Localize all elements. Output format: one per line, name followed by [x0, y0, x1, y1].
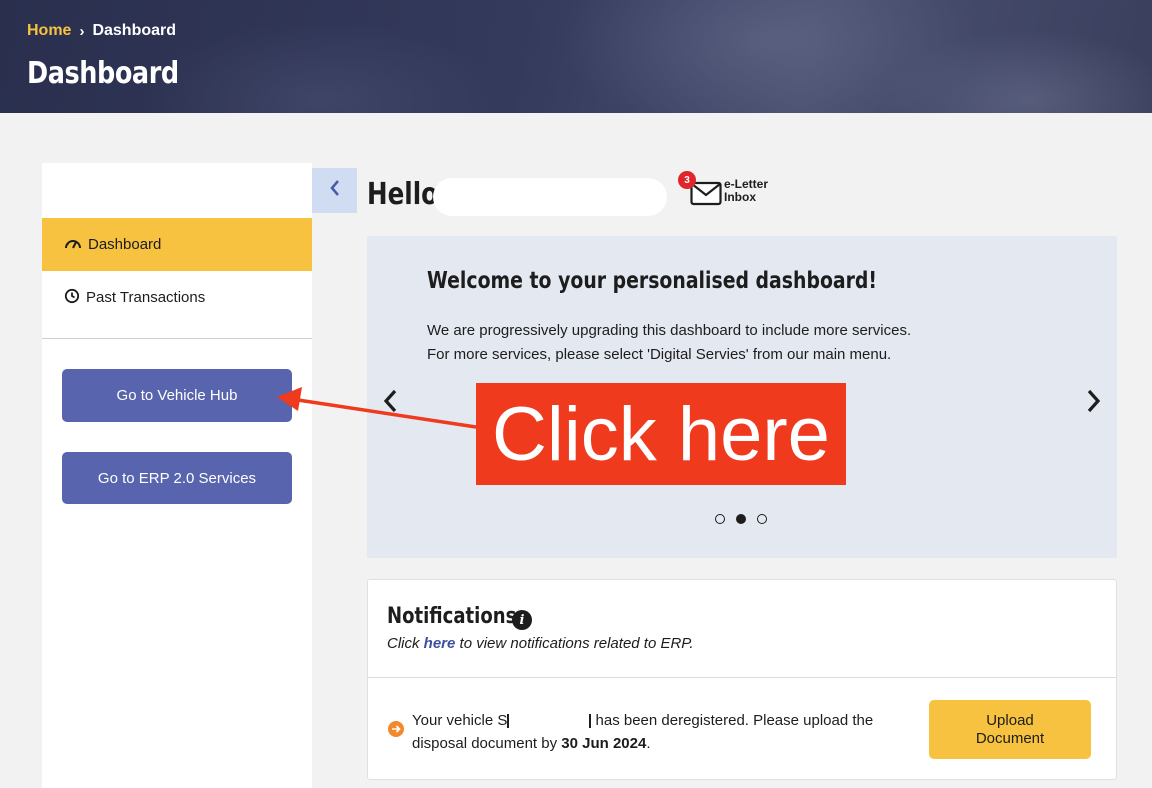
carousel-text-line-1: We are progressively upgrading this dash…: [427, 322, 912, 339]
sidebar-divider: [42, 338, 312, 339]
sidebar: Dashboard Past Transactions Go to Vehicl…: [42, 163, 312, 788]
carousel-dot-1[interactable]: [715, 514, 725, 524]
notification-message: Your vehicle S has been deregistered. Pl…: [412, 712, 874, 752]
eletter-count-badge: 3: [678, 171, 696, 189]
user-name-redacted: [433, 178, 667, 216]
envelope-icon: [690, 180, 722, 211]
carousel-next-button[interactable]: [1083, 388, 1103, 419]
header-banner: Home › Dashboard Dashboard: [0, 0, 1152, 113]
greeting-hello: Hello: [367, 177, 439, 212]
eletter-label: e-Letter Inbox: [724, 177, 769, 204]
carousel-dot-3[interactable]: [757, 514, 767, 524]
erp-services-button[interactable]: Go to ERP 2.0 Services: [62, 452, 292, 504]
breadcrumb-current: Dashboard: [92, 22, 177, 39]
breadcrumb-separator: ›: [79, 22, 85, 40]
notification-deadline: 30 Jun 2024: [561, 735, 647, 752]
eletter-inbox-link[interactable]: 3 e-Letter Inbox: [678, 171, 778, 211]
vehicle-hub-button[interactable]: Go to Vehicle Hub: [62, 369, 292, 422]
sidebar-item-label: Past Transactions: [86, 289, 206, 306]
click-here-callout: Click here: [476, 383, 846, 485]
carousel-title: Welcome to your personalised dashboard!: [427, 268, 878, 294]
chevron-right-icon: [1083, 389, 1103, 418]
carousel-prev-button[interactable]: [381, 388, 401, 419]
notifications-here-link[interactable]: here: [424, 635, 456, 652]
welcome-carousel: Welcome to your personalised dashboard! …: [367, 236, 1117, 558]
notifications-divider: [368, 677, 1116, 678]
vehicle-number-redacted: [507, 714, 592, 729]
collapse-sidebar-button[interactable]: [312, 168, 357, 213]
breadcrumb: Home › Dashboard: [27, 22, 176, 40]
info-icon[interactable]: i: [512, 610, 532, 630]
sidebar-item-dashboard[interactable]: Dashboard: [42, 218, 312, 271]
speedometer-icon: [64, 236, 82, 254]
upload-document-button[interactable]: Upload Document: [929, 700, 1091, 759]
notifications-panel: Notifications i Click here to view notif…: [367, 579, 1117, 780]
chevron-left-icon: [329, 179, 341, 202]
chevron-left-icon: [381, 389, 401, 418]
breadcrumb-home-link[interactable]: Home: [27, 22, 71, 40]
page-title: Dashboard: [27, 56, 179, 91]
sidebar-item-label: Dashboard: [88, 236, 162, 253]
notifications-title: Notifications: [387, 604, 517, 629]
sidebar-item-past-transactions[interactable]: Past Transactions: [42, 271, 312, 324]
clock-icon: [64, 288, 80, 308]
carousel-indicators: [715, 514, 767, 524]
carousel-dot-2[interactable]: [736, 514, 746, 524]
arrow-right-circle-icon: [388, 721, 404, 737]
carousel-text-line-2: For more services, please select 'Digita…: [427, 346, 892, 363]
notifications-subtitle: Click here to view notifications related…: [387, 635, 694, 652]
